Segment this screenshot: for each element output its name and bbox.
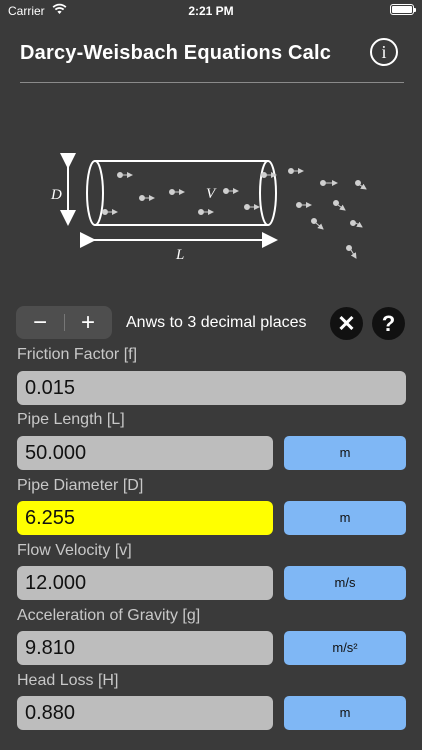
pipe-length-unit-button[interactable]: m xyxy=(284,436,406,470)
pipe-right-end xyxy=(259,160,277,226)
clear-button[interactable]: ✕ xyxy=(330,307,363,340)
head-loss-input[interactable]: 0.880 xyxy=(17,696,273,730)
head-loss-label: Head Loss [H] xyxy=(17,672,119,689)
friction-factor-input[interactable]: 0.015 xyxy=(17,371,406,405)
diameter-label: D xyxy=(50,187,62,203)
gravity-unit-button[interactable]: m/s² xyxy=(284,631,406,665)
increase-button[interactable]: + xyxy=(64,306,112,339)
pipe-left-end xyxy=(86,160,104,226)
flow-velocity-label: Flow Velocity [v] xyxy=(17,542,132,559)
length-label: L xyxy=(175,247,184,263)
battery-icon xyxy=(390,4,416,15)
decrease-button[interactable]: − xyxy=(16,306,64,339)
pipe-flow-diagram: D L V xyxy=(50,153,367,263)
precision-stepper[interactable]: − + xyxy=(16,306,112,339)
gravity-input[interactable]: 9.810 xyxy=(17,631,273,665)
head-loss-unit-button[interactable]: m xyxy=(284,696,406,730)
status-bar: Carrier 2:21 PM xyxy=(0,0,422,22)
gravity-label: Acceleration of Gravity [g] xyxy=(17,607,201,624)
friction-factor-label: Friction Factor [f] xyxy=(17,346,138,363)
precision-label: Anws to 3 decimal places xyxy=(126,314,307,331)
pipe-length-input[interactable]: 50.000 xyxy=(17,436,273,470)
flow-velocity-unit-button[interactable]: m/s xyxy=(284,566,406,600)
help-button[interactable]: ? xyxy=(372,307,405,340)
pipe-length-label: Pipe Length [L] xyxy=(17,411,125,428)
flow-velocity-input[interactable]: 12.000 xyxy=(17,566,273,600)
clock: 2:21 PM xyxy=(188,4,234,18)
header-divider xyxy=(20,82,404,83)
flow-particles xyxy=(102,168,367,259)
pipe-diameter-label: Pipe Diameter [D] xyxy=(17,477,144,494)
info-button[interactable]: i xyxy=(370,38,398,66)
pipe-diameter-unit-button[interactable]: m xyxy=(284,501,406,535)
pipe-diameter-input[interactable]: 6.255 xyxy=(17,501,273,535)
page-title: Darcy-Weisbach Equations Calc xyxy=(20,42,332,64)
velocity-label: V xyxy=(206,186,217,202)
